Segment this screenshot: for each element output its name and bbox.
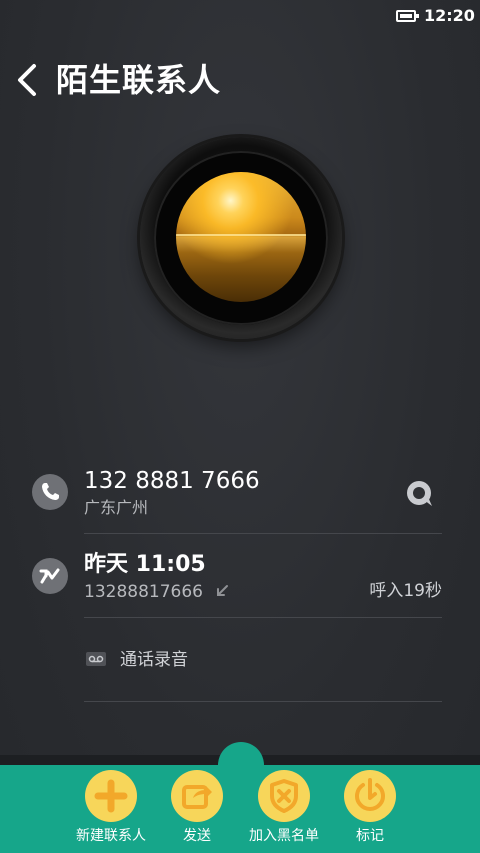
send-button[interactable]: 发送 [149, 768, 245, 852]
voicemail-icon [86, 652, 106, 666]
share-icon [171, 770, 223, 822]
status-time: 12:20 [424, 6, 475, 25]
chevron-left-icon [18, 64, 36, 96]
plus-icon [85, 770, 137, 822]
call-duration: 呼入19秒 [369, 581, 442, 601]
call-log-icon [32, 558, 68, 594]
divider [84, 701, 442, 702]
avatar[interactable] [176, 172, 306, 302]
action-label: 发送 [183, 828, 211, 844]
back-button[interactable] [10, 58, 50, 102]
battery-icon [396, 10, 419, 22]
call-time: 昨天 11:05 [84, 552, 206, 577]
status-bar: 12:20 [0, 0, 480, 34]
divider [84, 533, 442, 534]
mark-icon [344, 770, 396, 822]
action-label: 加入黑名单 [249, 828, 319, 844]
send-message-button[interactable] [404, 479, 436, 511]
phone-number[interactable]: 132 8881 7666 [84, 466, 260, 496]
mark-button[interactable]: 标记 [322, 768, 418, 852]
block-shield-icon [258, 770, 310, 822]
blacklist-button[interactable]: 加入黑名单 [236, 768, 332, 852]
divider [84, 617, 442, 618]
action-label: 标记 [356, 828, 384, 844]
call-number: 13288817666 [84, 582, 203, 602]
phone-location: 广东广州 [84, 498, 149, 517]
contact-detail-screen: 12:20 陌生联系人 132 8881 7666 广东广州 昨天 11:05 … [0, 0, 480, 853]
new-contact-button[interactable]: 新建联系人 [63, 768, 159, 852]
incoming-call-arrow-icon [217, 585, 228, 596]
message-bubble-icon [407, 481, 432, 506]
action-label: 新建联系人 [76, 828, 146, 844]
call-recording-link[interactable]: 通话录音 [120, 648, 188, 672]
phone-icon [32, 474, 68, 510]
page-title: 陌生联系人 [56, 61, 222, 99]
